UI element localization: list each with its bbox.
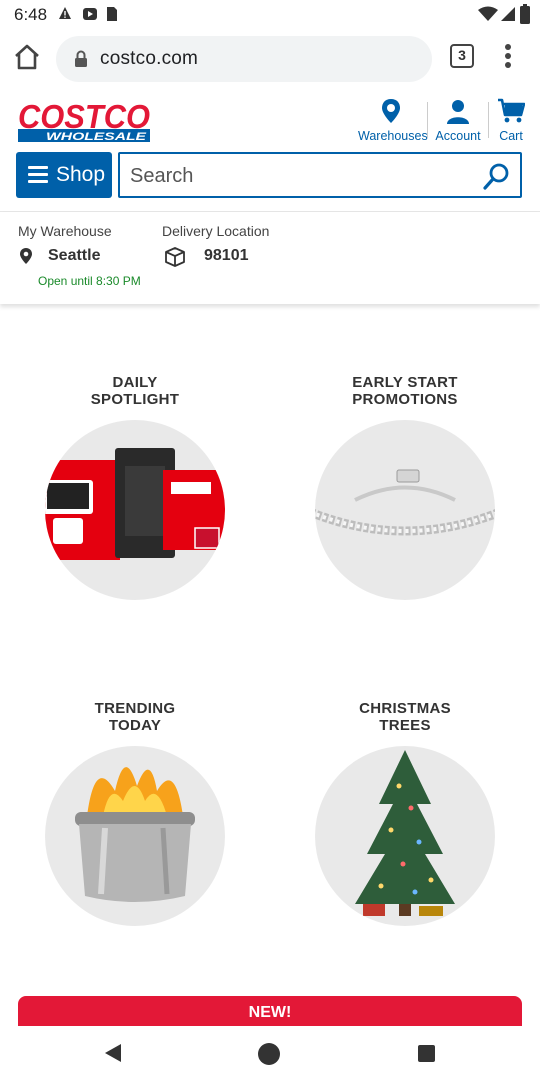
- shop-label: Shop: [56, 163, 106, 186]
- location-pin-icon: [382, 99, 400, 123]
- recent-apps-icon[interactable]: [418, 1045, 435, 1062]
- battery-icon: [520, 4, 530, 24]
- hamburger-icon: [28, 166, 48, 184]
- fire-pit-image: [45, 746, 225, 926]
- cart-label: Cart: [499, 129, 523, 143]
- tab-switcher-button[interactable]: 3: [450, 44, 474, 68]
- site-header: COSTCO WHOLESALE Warehouses Account Cart…: [0, 88, 540, 212]
- wifi-icon: [478, 6, 498, 21]
- header-divider: [427, 102, 428, 138]
- promo-early-start[interactable]: EARLY START PROMOTIONS: [290, 374, 520, 600]
- promo-title: CHRISTMAS TREES: [359, 700, 451, 734]
- url-text: costco.com: [100, 48, 199, 69]
- home-nav-icon[interactable]: [258, 1043, 280, 1065]
- promo-christmas-trees[interactable]: CHRISTMAS TREES: [290, 700, 520, 926]
- my-warehouse-label: My Warehouse: [18, 223, 112, 239]
- nintendo-switch-bundle-image: [45, 420, 225, 600]
- header-divider: [488, 102, 489, 138]
- promo-daily-spotlight[interactable]: DAILY SPOTLIGHT: [20, 374, 250, 600]
- lock-icon: [75, 50, 87, 67]
- system-nav-bar: [0, 1026, 540, 1080]
- warehouse-city: Seattle: [48, 247, 101, 264]
- sim-card-icon: [107, 7, 117, 21]
- account-icon: [447, 100, 469, 124]
- cart-link[interactable]: Cart: [492, 98, 530, 143]
- account-link[interactable]: Account: [432, 98, 484, 143]
- cart-icon: [498, 98, 526, 123]
- logo-text-bottom: WHOLESALE: [46, 131, 147, 143]
- signal-icon: [501, 7, 515, 21]
- delivery-location-label: Delivery Location: [162, 223, 270, 239]
- search-input[interactable]: [130, 162, 470, 190]
- warehouse-info-bar: My Warehouse Seattle Open until 8:30 PM …: [0, 212, 540, 304]
- overflow-menu-icon[interactable]: [498, 42, 518, 76]
- promo-title: EARLY START PROMOTIONS: [352, 374, 458, 408]
- status-time: 6:48: [14, 5, 48, 24]
- location-pin-icon: [20, 248, 32, 264]
- diamond-bracelet-image: [315, 420, 495, 600]
- status-bar: 6:48: [0, 0, 540, 30]
- christmas-tree-image: [315, 746, 495, 926]
- promo-title: DAILY SPOTLIGHT: [90, 374, 180, 408]
- delivery-zip: 98101: [204, 247, 249, 264]
- new-banner-label: NEW!: [248, 1004, 292, 1021]
- warehouses-link[interactable]: Warehouses: [358, 98, 428, 143]
- back-icon[interactable]: [104, 1043, 122, 1063]
- promo-title: TRENDING TODAY: [94, 700, 176, 734]
- shop-menu-button[interactable]: Shop: [16, 152, 112, 198]
- media-icon: [83, 8, 97, 20]
- account-label: Account: [435, 129, 481, 143]
- package-icon: [165, 247, 185, 267]
- home-icon[interactable]: [12, 42, 42, 72]
- browser-toolbar: costco.com 3: [0, 30, 540, 88]
- promo-trending-today[interactable]: TRENDING TODAY: [20, 700, 250, 926]
- address-bar[interactable]: costco.com: [56, 36, 432, 82]
- warehouses-label: Warehouses: [358, 129, 428, 143]
- search-box: [118, 152, 522, 198]
- search-icon[interactable]: [482, 161, 512, 191]
- warehouse-hours: Open until 8:30 PM: [38, 274, 141, 288]
- alert-icon: [59, 7, 71, 19]
- costco-logo[interactable]: COSTCO WHOLESALE: [16, 100, 156, 144]
